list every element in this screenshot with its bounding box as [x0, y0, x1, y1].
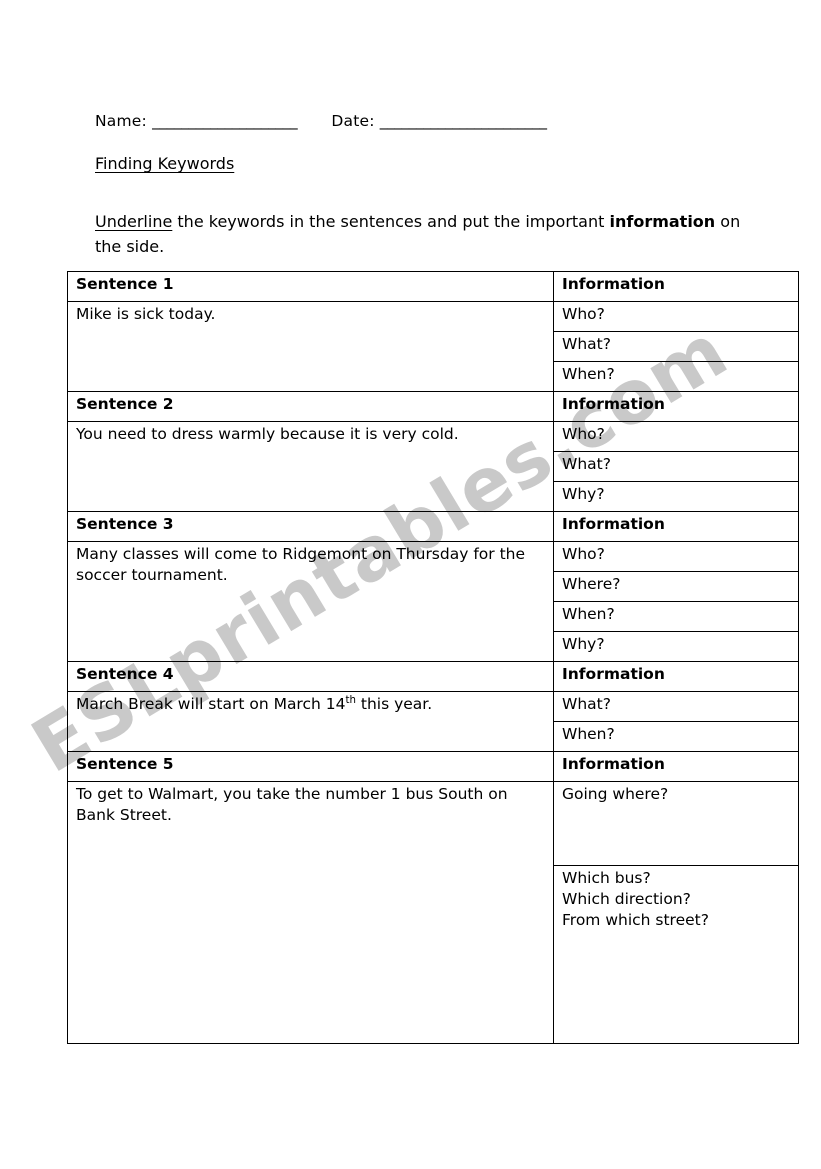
sentence-3-question-2[interactable]: Where?: [553, 571, 799, 602]
sentence-3-heading: Sentence 3: [67, 511, 554, 542]
sentence-2-text: You need to dress warmly because it is v…: [67, 421, 554, 512]
instructions-bold-word: information: [609, 212, 716, 231]
page-title: Finding Keywords: [95, 154, 235, 173]
table-row: Many classes will come to Ridgemont on T…: [67, 541, 799, 662]
table-row: Sentence 2 Information: [67, 391, 799, 422]
sentence-5-question-4[interactable]: From which street?: [562, 910, 790, 931]
sentence-4-question-1[interactable]: What?: [553, 691, 799, 722]
sentence-1-text: Mike is sick today.: [67, 301, 554, 392]
sentence-3-text: Many classes will come to Ridgemont on T…: [67, 541, 554, 662]
sentence-4-question-2[interactable]: When?: [553, 721, 799, 752]
information-2-heading: Information: [553, 391, 799, 422]
sentence-4-text: March Break will start on March 14th thi…: [67, 691, 554, 752]
information-1-heading: Information: [553, 271, 799, 302]
sentence-4-heading: Sentence 4: [67, 661, 554, 692]
instructions-middle-text: the keywords in the sentences and put th…: [172, 212, 610, 231]
sentence-3-question-3[interactable]: When?: [553, 601, 799, 632]
information-5-heading: Information: [553, 751, 799, 782]
instructions-underlined-word: Underline: [95, 212, 173, 231]
sentence-2-question-2[interactable]: What?: [553, 451, 799, 482]
sentence-3-question-1[interactable]: Who?: [553, 541, 799, 572]
sentence-1-heading: Sentence 1: [67, 271, 554, 302]
table-row: Sentence 4 Information: [67, 661, 799, 692]
sentence-5-question-3[interactable]: Which direction?: [562, 889, 790, 910]
sentence-1-question-1[interactable]: Who?: [553, 301, 799, 332]
name-label: Name:: [95, 112, 147, 130]
sentence-5-question-2[interactable]: Which bus?: [562, 868, 790, 889]
sentence-2-heading: Sentence 2: [67, 391, 554, 422]
sentence-3-question-4[interactable]: Why?: [553, 631, 799, 662]
table-row: March Break will start on March 14th thi…: [67, 691, 799, 752]
sentence-5-question-group[interactable]: Which bus? Which direction? From which s…: [553, 865, 799, 1044]
information-4-heading: Information: [553, 661, 799, 692]
table-row: Sentence 1 Information: [67, 271, 799, 302]
sentence-5-question-1[interactable]: Going where?: [553, 781, 799, 866]
sentence-4-text-part1: March Break will start on March 14: [76, 695, 346, 714]
date-blank-line: _______________________: [379, 112, 547, 130]
name-blank-line: ____________________: [152, 112, 298, 130]
table-row: To get to Walmart, you take the number 1…: [67, 781, 799, 1044]
table-row: You need to dress warmly because it is v…: [67, 421, 799, 512]
table-row: Sentence 5 Information: [67, 751, 799, 782]
sentence-4-text-part2: this year.: [355, 695, 433, 714]
sentence-2-question-1[interactable]: Who?: [553, 421, 799, 452]
sentence-2-question-3[interactable]: Why?: [553, 481, 799, 512]
sentence-5-heading: Sentence 5: [67, 751, 554, 782]
sentence-5-text: To get to Walmart, you take the number 1…: [67, 781, 554, 1044]
worksheet-page: Name: ____________________ Date: _______…: [0, 0, 821, 1169]
sentence-4-ordinal-suffix: th: [345, 695, 356, 706]
instructions: Underline the keywords in the sentences …: [95, 210, 755, 260]
date-label: Date:: [331, 112, 375, 130]
table-row: Sentence 3 Information: [67, 511, 799, 542]
name-date-row: Name: ____________________ Date: _______…: [95, 112, 547, 130]
information-3-heading: Information: [553, 511, 799, 542]
table-row: Mike is sick today. Who?: [67, 301, 799, 392]
sentence-1-question-3[interactable]: When?: [553, 361, 799, 392]
sentence-1-question-2[interactable]: What?: [553, 331, 799, 362]
keywords-table: Sentence 1 Information Mike is sick toda…: [67, 271, 799, 1044]
